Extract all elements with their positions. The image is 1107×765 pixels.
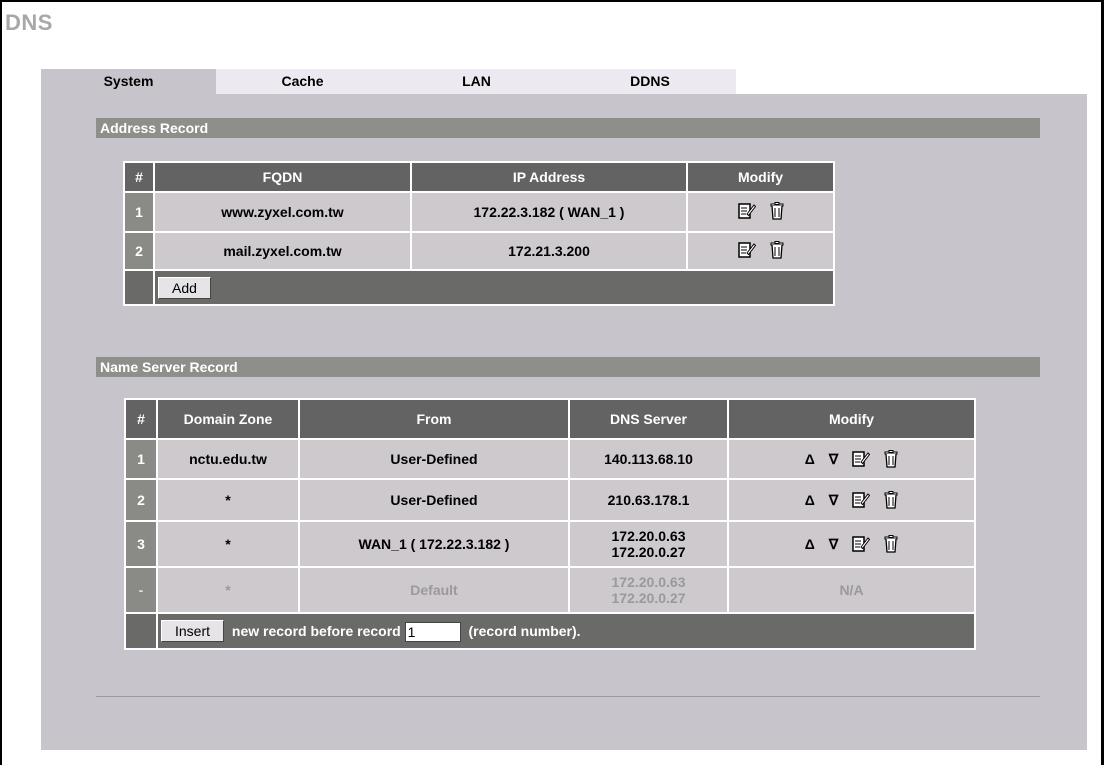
table-header: # FQDN IP Address Modify — [125, 163, 833, 191]
dns-server-primary: 172.20.0.63 — [611, 574, 686, 590]
col-domain-zone: Domain Zone — [158, 400, 298, 438]
zone-cell: * — [158, 522, 298, 566]
insert-text-after: (record number). — [468, 622, 581, 639]
table-row: 1 nctu.edu.tw User-Defined 140.113.68.10… — [126, 440, 974, 478]
col-modify: Modify — [688, 163, 833, 191]
table-header: # Domain Zone From DNS Server Modify — [126, 400, 974, 438]
move-down-icon[interactable]: ∇ — [829, 536, 838, 553]
col-modify: Modify — [729, 400, 974, 438]
dns-server-cell: 210.63.178.1 — [570, 480, 727, 520]
modify-cell: Δ ∇ — [729, 480, 974, 520]
row-num: 2 — [125, 233, 153, 269]
col-ip: IP Address — [412, 163, 686, 191]
edit-icon[interactable] — [852, 491, 871, 509]
edit-icon[interactable] — [737, 202, 756, 220]
zone-cell: * — [158, 568, 298, 612]
page-title: DNS — [5, 10, 53, 35]
col-fqdn: FQDN — [155, 163, 410, 191]
tab-ddns[interactable]: DDNS — [564, 69, 736, 94]
delete-icon[interactable] — [884, 450, 898, 468]
move-down-icon[interactable]: ∇ — [829, 492, 838, 509]
dns-server-secondary: 172.20.0.27 — [611, 590, 686, 606]
move-down-icon[interactable]: ∇ — [829, 451, 838, 468]
edit-icon[interactable] — [852, 535, 871, 553]
dns-server-cell: 172.20.0.63 172.20.0.27 — [570, 568, 727, 612]
delete-icon[interactable] — [770, 240, 784, 259]
row-num: 1 — [125, 193, 153, 231]
row-num: - — [126, 568, 156, 612]
tab-cache[interactable]: Cache — [216, 69, 389, 94]
table-row: 2 * User-Defined 210.63.178.1 Δ ∇ — [126, 480, 974, 520]
modify-cell — [688, 193, 833, 231]
ip-cell: 172.21.3.200 — [412, 233, 686, 269]
address-record-heading: Address Record — [96, 118, 1040, 138]
tab-lan[interactable]: LAN — [389, 69, 564, 94]
row-num: 1 — [126, 440, 156, 478]
record-number-input[interactable] — [404, 622, 461, 643]
dns-server-cell: 172.20.0.63 172.20.0.27 — [570, 522, 727, 566]
from-cell: WAN_1 ( 172.22.3.182 ) — [300, 522, 568, 566]
delete-icon[interactable] — [884, 491, 898, 509]
from-cell: User-Defined — [300, 440, 568, 478]
modify-cell: Δ ∇ — [729, 522, 974, 566]
col-dns-server: DNS Server — [570, 400, 727, 438]
dns-server-secondary: 172.20.0.27 — [611, 544, 686, 560]
address-record-table: # FQDN IP Address Modify 1 www.zyxel.com… — [123, 161, 835, 306]
dns-server-cell: 140.113.68.10 — [570, 440, 727, 478]
insert-button[interactable]: Insert — [161, 619, 225, 642]
name-server-record-heading: Name Server Record — [96, 357, 1040, 377]
col-from: From — [300, 400, 568, 438]
zone-cell: nctu.edu.tw — [158, 440, 298, 478]
row-num: 2 — [126, 480, 156, 520]
table-row: 3 * WAN_1 ( 172.22.3.182 ) 172.20.0.63 1… — [126, 522, 974, 566]
table-row: 1 www.zyxel.com.tw 172.22.3.182 ( WAN_1 … — [125, 193, 833, 231]
modify-cell — [688, 233, 833, 269]
edit-icon[interactable] — [737, 241, 756, 259]
fqdn-cell: mail.zyxel.com.tw — [155, 233, 410, 269]
table-row: 2 mail.zyxel.com.tw 172.21.3.200 — [125, 233, 833, 269]
move-up-icon[interactable]: Δ — [805, 451, 815, 467]
modify-cell: Δ ∇ — [729, 440, 974, 478]
delete-icon[interactable] — [770, 201, 784, 220]
table-footer: Add — [125, 271, 833, 304]
from-cell: User-Defined — [300, 480, 568, 520]
table-footer: Insert new record before record (record … — [126, 614, 974, 648]
table-row-default: - * Default 172.20.0.63 172.20.0.27 N/A — [126, 568, 974, 612]
col-num: # — [125, 163, 153, 191]
modify-cell: N/A — [729, 568, 974, 612]
move-up-icon[interactable]: Δ — [805, 536, 815, 552]
col-num: # — [126, 400, 156, 438]
divider — [96, 696, 1040, 697]
tab-system[interactable]: System — [41, 69, 216, 94]
ip-cell: 172.22.3.182 ( WAN_1 ) — [412, 193, 686, 231]
dns-server-primary: 172.20.0.63 — [611, 528, 686, 544]
zone-cell: * — [158, 480, 298, 520]
insert-text-before: new record before record — [231, 622, 401, 639]
edit-icon[interactable] — [852, 450, 871, 468]
move-up-icon[interactable]: Δ — [805, 492, 815, 508]
delete-icon[interactable] — [884, 535, 898, 553]
from-cell: Default — [300, 568, 568, 612]
name-server-table: # Domain Zone From DNS Server Modify 1 n… — [124, 398, 976, 650]
row-num: 3 — [126, 522, 156, 566]
add-button[interactable]: Add — [158, 276, 211, 299]
fqdn-cell: www.zyxel.com.tw — [155, 193, 410, 231]
